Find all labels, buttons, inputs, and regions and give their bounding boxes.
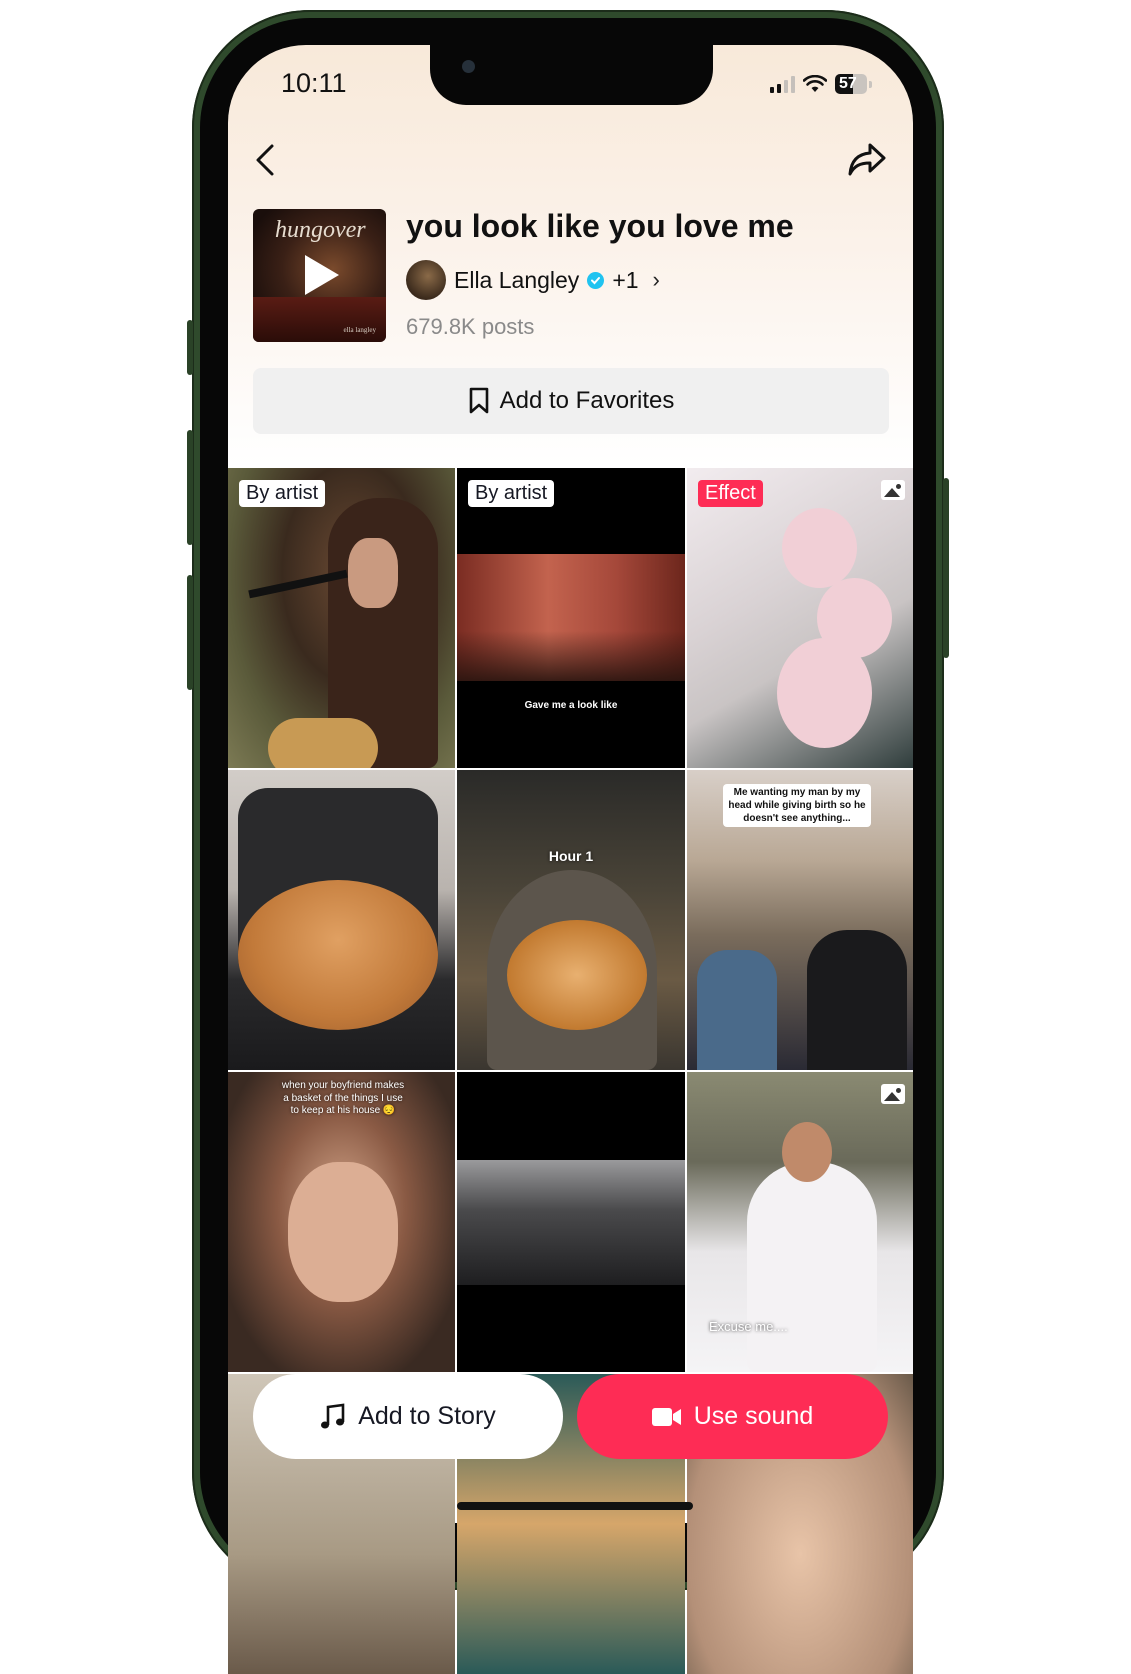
by-artist-badge: By artist	[239, 480, 326, 507]
share-button[interactable]	[846, 140, 888, 180]
album-cover-title: hungover	[275, 217, 366, 243]
chevron-right-icon: ›	[652, 267, 660, 292]
video-caption: Gave me a look like	[524, 700, 618, 711]
status-time: 10:11	[281, 68, 347, 98]
thumbnail-art	[507, 920, 647, 1030]
thumbnail-art	[348, 538, 398, 608]
thumbnail-art	[697, 950, 777, 1070]
battery-tip	[869, 80, 872, 88]
volume-down-button	[187, 575, 193, 690]
video-tile[interactable]: Effect	[687, 468, 913, 768]
thumbnail-art	[288, 1162, 398, 1302]
thumbnail-art	[457, 1160, 685, 1285]
artist-name: Ella Langley	[454, 266, 580, 293]
album-cover[interactable]: hungover ella langley	[253, 209, 386, 342]
verified-badge-icon	[587, 271, 605, 289]
thumbnail-art	[782, 508, 857, 588]
photo-post-icon	[881, 1084, 905, 1104]
thumbnail-art	[777, 638, 872, 748]
extra-artists-count: +1	[612, 266, 639, 293]
volume-up-button	[187, 430, 193, 545]
thumbnail-art	[238, 880, 438, 1030]
effect-badge: Effect	[698, 480, 763, 507]
use-sound-label: Use sound	[693, 1402, 814, 1430]
add-to-story-button[interactable]: Add to Story	[253, 1374, 563, 1459]
share-arrow-icon	[848, 143, 886, 176]
video-caption: Me wanting my man by my head while givin…	[723, 784, 871, 827]
power-button	[943, 478, 949, 658]
bottom-actions: Add to Story Use sound	[253, 1374, 889, 1459]
silent-switch	[187, 320, 193, 375]
artist-avatar	[406, 260, 446, 300]
video-caption: Hour 1	[548, 848, 594, 864]
by-artist-badge: By artist	[468, 480, 555, 507]
battery-level: 57	[839, 75, 857, 92]
thumbnail-art	[782, 1122, 832, 1182]
thumbnail-art	[747, 1162, 877, 1372]
chevron-left-icon	[256, 144, 274, 176]
sound-title: you look like you love me	[406, 208, 794, 244]
add-to-favorites-button[interactable]: Add to Favorites	[253, 368, 889, 434]
add-to-favorites-label: Add to Favorites	[499, 387, 675, 414]
video-tile[interactable]: Excuse me....	[687, 1072, 913, 1372]
video-tile[interactable]: By artist	[228, 468, 455, 768]
video-tile[interactable]: when your boyfriend makes a basket of th…	[228, 1072, 455, 1372]
music-note-icon	[321, 1403, 345, 1428]
video-tile[interactable]: Hour 1	[457, 770, 685, 1070]
back-button[interactable]	[252, 142, 280, 178]
cellular-signal-icon	[770, 75, 795, 93]
video-tile[interactable]: By artist Gave me a look like	[457, 468, 685, 768]
thumbnail-art	[807, 930, 907, 1070]
video-grid: By artist By artist Gave me a look like …	[228, 468, 913, 1674]
bookmark-icon	[469, 387, 488, 414]
status-icons: 57	[770, 74, 872, 94]
video-camera-icon	[651, 1407, 681, 1426]
thumbnail-art	[268, 718, 378, 768]
artist-link[interactable]: Ella Langley +1 ›	[406, 260, 660, 300]
battery-icon: 57	[835, 74, 867, 94]
video-tile[interactable]	[457, 1072, 685, 1372]
notch	[430, 45, 713, 105]
thumbnail-art	[457, 554, 685, 681]
home-indicator[interactable]	[457, 1502, 693, 1510]
video-caption: when your boyfriend makes a basket of th…	[281, 1080, 405, 1116]
video-tile[interactable]: Me wanting my man by my head while givin…	[687, 770, 913, 1070]
photo-post-icon	[881, 480, 905, 500]
album-cover-credit: ella langley	[343, 326, 376, 334]
play-icon[interactable]	[305, 255, 339, 295]
cover-art-floor	[253, 297, 386, 342]
add-to-story-label: Add to Story	[358, 1402, 496, 1430]
video-tile[interactable]	[228, 770, 455, 1070]
posts-count: 679.8K posts	[406, 314, 535, 339]
video-caption: Excuse me....	[709, 1319, 788, 1334]
use-sound-button[interactable]: Use sound	[577, 1374, 888, 1459]
front-camera	[462, 60, 475, 73]
wifi-icon	[803, 75, 827, 92]
